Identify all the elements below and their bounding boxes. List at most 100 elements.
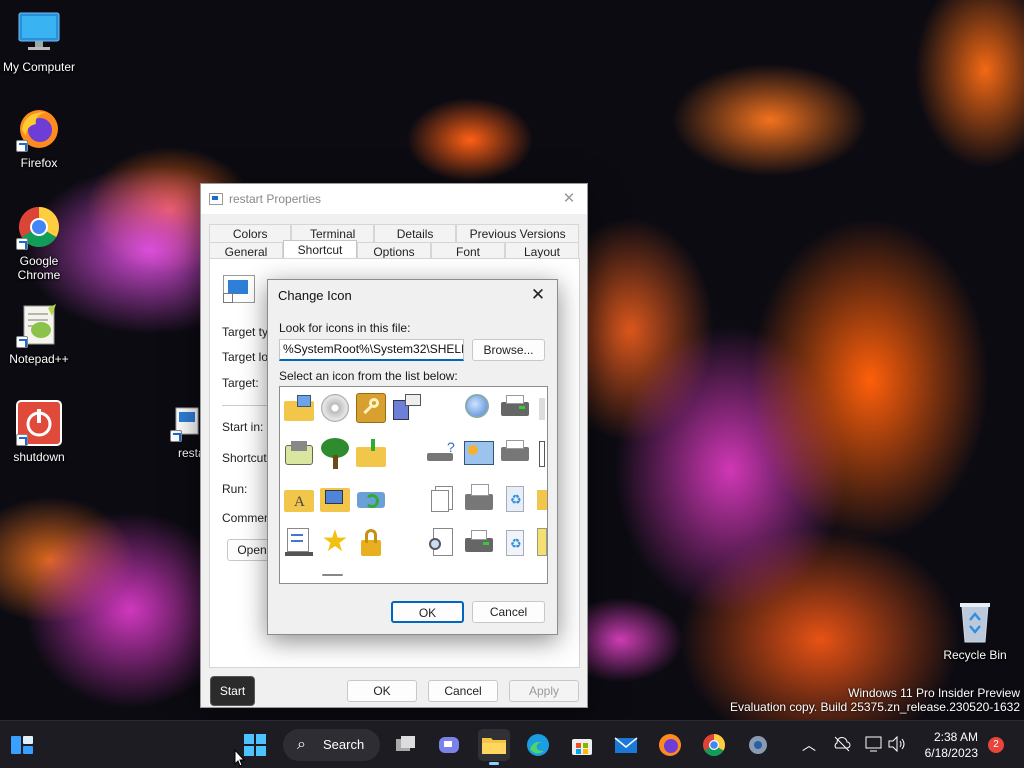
desktop-icon-notepadpp[interactable]: Notepad++ <box>1 302 77 366</box>
mail-icon[interactable] <box>610 729 642 761</box>
tab-previous-versions[interactable]: Previous Versions <box>456 224 579 243</box>
recycle-empty-icon[interactable]: ♻ <box>499 526 531 558</box>
start-tooltip: Start <box>210 676 255 706</box>
desktop-icon-my-computer[interactable]: My Computer <box>1 10 77 74</box>
browse-button[interactable]: Browse... <box>472 339 545 361</box>
documents-icon[interactable] <box>427 482 459 514</box>
edge-icon[interactable] <box>522 729 554 761</box>
divider <box>222 405 270 406</box>
partial-folder-icon[interactable] <box>537 482 547 514</box>
teams-chat-icon[interactable] <box>433 729 465 761</box>
star-icon[interactable]: ★ <box>319 526 351 558</box>
printer-icon[interactable] <box>499 392 531 424</box>
horizontal-scrollbar[interactable] <box>322 574 343 576</box>
network-computer-icon[interactable] <box>391 392 423 424</box>
clock-date: 6/18/2023 <box>924 746 978 760</box>
server-list-icon[interactable] <box>283 526 315 558</box>
desktop-icon-label: My Computer <box>2 60 76 74</box>
desktop-icon-chrome[interactable]: Google Chrome <box>1 204 77 282</box>
restart-shortcut-icon <box>170 406 200 442</box>
properties-title: restart Properties <box>229 192 322 206</box>
shortcut-window-icon <box>209 193 223 205</box>
tree-icon[interactable] <box>319 437 351 469</box>
recycle-full-icon[interactable]: ♻ <box>499 482 531 514</box>
folder-upload-icon[interactable] <box>355 437 387 469</box>
partial-window-icon[interactable] <box>537 437 547 469</box>
cancel-button[interactable]: Cancel <box>472 601 545 623</box>
icon-file-path-input[interactable]: %SystemRoot%\System32\SHELL32 <box>279 339 464 361</box>
run-label: Run: <box>222 482 248 496</box>
lock-icon[interactable] <box>355 526 387 558</box>
ok-button[interactable]: OK <box>391 601 464 623</box>
control-panel-icon[interactable] <box>463 437 495 469</box>
printer-folder-icon[interactable] <box>463 482 495 514</box>
search-globe-icon[interactable] <box>463 392 495 424</box>
desktop-icon-label: resta <box>178 446 200 460</box>
apply-button[interactable]: Apply <box>509 680 579 702</box>
widgets-icon[interactable] <box>6 729 38 761</box>
key-icon[interactable] <box>355 392 387 424</box>
task-view-icon[interactable] <box>390 729 422 761</box>
tab-details[interactable]: Details <box>373 224 457 243</box>
cancel-button[interactable]: Cancel <box>428 680 498 702</box>
desktop-icon-label: shutdown <box>13 450 65 464</box>
chevron-up-icon[interactable]: ︿ <box>800 735 818 753</box>
look-for-icons-label: Look for icons in this file: <box>279 321 411 335</box>
shortcut-arrow-icon <box>16 140 28 152</box>
tab-row-top: Colors Terminal Details Previous Version… <box>209 224 579 243</box>
monitor-icon <box>16 10 62 56</box>
notification-badge[interactable]: 2 <box>988 737 1004 753</box>
printer-fax-icon[interactable] <box>463 526 495 558</box>
drive-help-icon[interactable]: ? <box>427 437 459 469</box>
change-icon-title: Change Icon <box>278 288 352 303</box>
search-icon: ⌕ <box>297 736 306 753</box>
shortcut-arrow-icon <box>16 238 28 250</box>
windows-watermark: Windows 11 Pro Insider Preview Evaluatio… <box>730 686 1020 714</box>
file-explorer-icon[interactable] <box>478 729 510 765</box>
firefox-icon <box>16 106 62 152</box>
clock[interactable]: 2:38 AM 6/18/2023 <box>914 729 978 761</box>
watermark-edition: Windows 11 Pro Insider Preview <box>848 686 1020 700</box>
taskbar: ⌕ Search ︿ 2:38 AM 6/18/2023 2 <box>0 720 1024 768</box>
network-icon[interactable] <box>864 735 884 753</box>
desktop-icon-restart[interactable]: resta <box>160 406 200 460</box>
settings-icon[interactable] <box>742 729 774 761</box>
desktop-icon-shutdown[interactable]: shutdown <box>1 400 77 464</box>
taskbar-search[interactable]: ⌕ Search <box>283 729 380 761</box>
tab-colors[interactable]: Colors <box>209 224 292 243</box>
desktop-icon-label: Recycle Bin <box>943 648 1007 662</box>
icon-list[interactable]: ? A ♻ ★ ♻ <box>279 386 548 584</box>
drive-printer-icon[interactable] <box>283 437 315 469</box>
close-icon[interactable]: ✕ <box>559 190 579 208</box>
chrome-icon[interactable] <box>698 729 730 761</box>
partial-yellow-icon[interactable] <box>537 526 547 558</box>
store-icon[interactable] <box>566 729 598 761</box>
volume-icon[interactable] <box>887 735 907 753</box>
mouse-cursor-icon <box>234 748 246 767</box>
firefox-icon[interactable] <box>654 729 686 761</box>
folder-font-icon[interactable]: A <box>283 482 315 514</box>
ok-button[interactable]: OK <box>347 680 417 702</box>
cd-drive-icon[interactable] <box>319 392 351 424</box>
cloud-off-icon[interactable] <box>832 735 852 753</box>
desktop-icon-recycle-bin[interactable]: Recycle Bin <box>935 598 1015 662</box>
target-label: Target: <box>222 376 259 390</box>
sync-icon[interactable] <box>355 482 387 514</box>
watermark-build: Evaluation copy. Build 25375.zn_release.… <box>730 700 1020 714</box>
recycle-bin-icon <box>952 598 998 644</box>
folder-computer-icon[interactable] <box>319 482 351 514</box>
desktop-icon-label: Google <box>19 254 59 268</box>
desktop-icon-firefox[interactable]: Firefox <box>1 106 77 170</box>
close-icon[interactable]: ✕ <box>527 284 549 306</box>
desktop-icon-label: Firefox <box>20 156 58 170</box>
printer-network-icon[interactable] <box>499 437 531 469</box>
properties-titlebar[interactable]: restart Properties <box>201 184 587 214</box>
document-search-icon[interactable] <box>427 526 459 558</box>
desktop-icon-label: Chrome <box>17 268 61 282</box>
shortcut-arrow-icon <box>170 430 182 442</box>
start-in-label: Start in: <box>222 420 264 434</box>
folder-grid-icon[interactable] <box>283 392 315 424</box>
partial-icon[interactable] <box>537 392 547 424</box>
clock-time: 2:38 AM <box>933 730 978 744</box>
power-icon <box>16 400 62 446</box>
